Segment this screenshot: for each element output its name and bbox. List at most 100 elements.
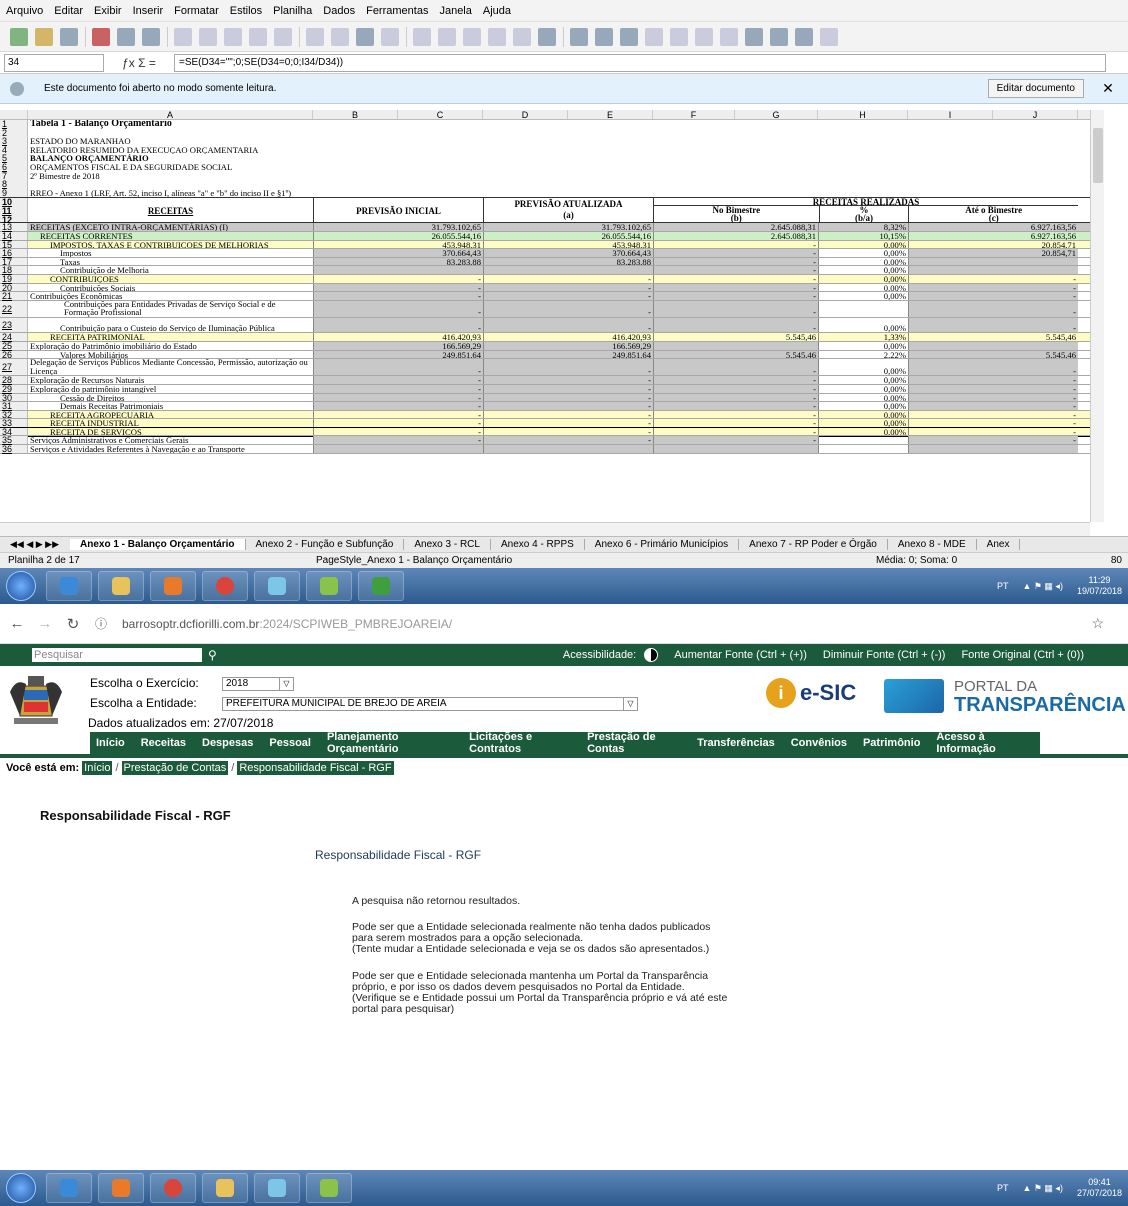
sort-icon[interactable] [463, 27, 481, 46]
insert-chart-icon[interactable] [595, 27, 613, 46]
find-replace-icon[interactable] [356, 27, 374, 46]
autofilter-icon[interactable] [538, 27, 556, 46]
forward-arrow-icon[interactable]: → [34, 615, 56, 632]
print-icon[interactable] [117, 27, 135, 46]
decrease-font-link[interactable]: Diminuir Fonte (Ctrl + (-)) [823, 649, 946, 661]
column-header-g[interactable]: G [735, 110, 818, 120]
vertical-scrollbar[interactable] [1090, 110, 1104, 522]
clock[interactable]: 09:41 27/07/2018 [1077, 1177, 1122, 1199]
special-character-icon[interactable] [645, 27, 663, 46]
clock[interactable]: 11:29 19/07/2018 [1077, 575, 1122, 597]
spreadsheet-grid[interactable]: ABCDEFGHIJ 1 Tabela 1 - Balanço Orçamentá… [0, 110, 1090, 522]
insert-image-icon[interactable] [570, 27, 588, 46]
corner-cell[interactable] [0, 110, 28, 119]
menu-item-dados[interactable]: Dados [323, 5, 355, 17]
photo-viewer-icon[interactable] [254, 1173, 300, 1203]
split-window-icon[interactable] [795, 27, 813, 46]
url-field[interactable]: barrosoptr.dcfiorilli.com.br:2024/SCPIWE… [122, 617, 452, 631]
sheet-tab[interactable]: Anexo 4 - RPPS [491, 539, 585, 550]
comment-icon[interactable] [695, 27, 713, 46]
language-indicator[interactable]: PT [997, 1183, 1009, 1193]
edit-document-button[interactable]: Editar documento [987, 79, 1084, 98]
freeze-rows-icon[interactable] [770, 27, 788, 46]
nav-item[interactable]: Receitas [133, 737, 194, 749]
undo-icon[interactable] [306, 27, 324, 46]
breadcrumb-inicio[interactable]: Início [82, 761, 113, 775]
breadcrumb-prestacao[interactable]: Prestação de Contas [121, 761, 229, 775]
status-zoom[interactable]: 80 [1111, 555, 1122, 566]
export-pdf-icon[interactable] [92, 27, 110, 46]
menu-item-planilha[interactable]: Planilha [273, 5, 312, 17]
column-header-h[interactable]: H [818, 110, 908, 120]
nav-item[interactable]: Prestação de Contas [579, 731, 689, 755]
entidade-select[interactable]: PREFEITURA MUNICIPAL DE BREJO DE AREIA ▽ [222, 697, 638, 711]
column-header-i[interactable]: I [908, 110, 993, 120]
photo-viewer-icon[interactable] [254, 571, 300, 601]
nav-item[interactable]: Transferências [689, 737, 783, 749]
spelling-icon[interactable] [381, 27, 399, 46]
libreoffice-calc-icon[interactable] [358, 571, 404, 601]
menu-item-janela[interactable]: Janela [439, 5, 471, 17]
menu-item-editar[interactable]: Editar [54, 5, 83, 17]
internet-explorer-icon[interactable] [46, 1173, 92, 1203]
language-indicator[interactable]: PT [997, 581, 1009, 591]
nav-item[interactable]: Convênios [783, 737, 855, 749]
original-font-link[interactable]: Fonte Original (Ctrl + (0)) [961, 649, 1084, 661]
new-document-icon[interactable] [10, 27, 28, 46]
menu-item-formatar[interactable]: Formatar [174, 5, 219, 17]
internet-explorer-icon[interactable] [46, 571, 92, 601]
nav-item[interactable]: Início [90, 737, 133, 749]
menu-item-inserir[interactable]: Inserir [133, 5, 164, 17]
back-arrow-icon[interactable]: ← [6, 615, 28, 632]
copy-icon[interactable] [199, 27, 217, 46]
save-icon[interactable] [60, 27, 78, 46]
sheet-tab[interactable]: Anexo 3 - RCL [404, 539, 491, 550]
esic-link[interactable]: i e-SIC [766, 678, 856, 708]
sheet-tab[interactable]: Anex [977, 539, 1021, 550]
column-header-e[interactable]: E [568, 110, 653, 120]
menu-item-ferramentas[interactable]: Ferramentas [366, 5, 428, 17]
function-wizard-icon[interactable]: ƒx Σ = [104, 56, 174, 70]
search-icon[interactable]: ⚲ [208, 648, 217, 662]
sheet-tab[interactable]: Anexo 1 - Balanço Orçamentário [70, 539, 246, 550]
menu-item-estilos[interactable]: Estilos [230, 5, 262, 17]
file-explorer-icon[interactable] [202, 1173, 248, 1203]
redo-icon[interactable] [331, 27, 349, 46]
nav-item[interactable]: Planejamento Orçamentário [319, 731, 461, 755]
column-header-d[interactable]: D [483, 110, 568, 120]
contrast-icon[interactable] [644, 648, 659, 662]
sheet-tab[interactable]: Anexo 6 - Primário Municípios [585, 539, 740, 550]
name-box[interactable]: 34 [4, 53, 104, 72]
reload-icon[interactable]: ↻ [62, 615, 84, 633]
sheet-tab[interactable]: Anexo 8 - MDE [888, 539, 977, 550]
column-header-a[interactable]: A [28, 110, 313, 120]
hyperlink-icon[interactable] [670, 27, 688, 46]
nav-item[interactable]: Despesas [194, 737, 261, 749]
nav-item[interactable]: Licitações e Contratos [461, 731, 579, 755]
define-print-area-icon[interactable] [745, 27, 763, 46]
sort-ascending-icon[interactable] [488, 27, 506, 46]
info-icon[interactable]: ⓘ [90, 615, 112, 632]
horizontal-scrollbar[interactable] [0, 522, 1090, 536]
portal-transparencia-logo[interactable]: PORTAL DA TRANSPARÊNCIA [884, 678, 1126, 715]
clone-formatting-icon[interactable] [249, 27, 267, 46]
sheet-tab[interactable]: Anexo 7 - RP Poder e Órgão [739, 539, 888, 550]
nav-item[interactable]: Pessoal [261, 737, 319, 749]
media-player-icon[interactable] [150, 571, 196, 601]
row-icon[interactable] [413, 27, 431, 46]
sort-descending-icon[interactable] [513, 27, 531, 46]
print-preview-icon[interactable] [142, 27, 160, 46]
close-infobar-icon[interactable]: ✕ [1098, 80, 1118, 97]
column-icon[interactable] [438, 27, 456, 46]
bookmark-star-icon[interactable]: ☆ [1091, 615, 1104, 632]
cut-icon[interactable] [174, 27, 192, 46]
sheet-tab[interactable]: Anexo 2 - Função e Subfunção [246, 539, 405, 550]
column-header-f[interactable]: F [653, 110, 735, 120]
start-button-icon[interactable] [6, 571, 36, 601]
scrollbar-thumb[interactable] [1093, 128, 1103, 183]
media-player-icon[interactable] [98, 1173, 144, 1203]
site-search-input[interactable]: Pesquisar [32, 648, 202, 662]
green-app-icon[interactable] [306, 1173, 352, 1203]
sheet-nav-arrows-icon[interactable]: ◀◀ ◀ ▶ ▶▶ [0, 539, 70, 550]
nav-item[interactable]: Patrimônio [855, 737, 928, 749]
